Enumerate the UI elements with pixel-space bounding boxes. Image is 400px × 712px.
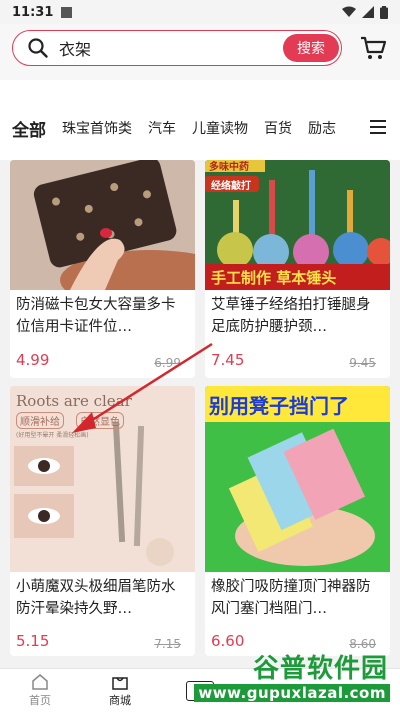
product-card[interactable]: Roots are clear 顺滑补给 自然显色 (好用型不晕开 柔滑轻松画)… xyxy=(10,386,195,656)
image-bottom-banner: 手工制作 草本锤头 xyxy=(211,269,337,287)
image-tag-2: 自然显色 xyxy=(76,412,124,429)
cart-icon[interactable] xyxy=(360,36,386,60)
image-top-banner: 多味中药 xyxy=(209,162,249,173)
product-price: 5.15 xyxy=(16,632,50,650)
nav-home-label: 首页 xyxy=(29,693,51,707)
search-box[interactable]: 衣架 搜索 xyxy=(12,30,342,66)
tab-inspirational[interactable]: 励志 xyxy=(308,118,336,138)
product-title[interactable]: 橡胶门吸防撞顶门神器防风门塞门档阻门… xyxy=(211,576,384,620)
notification-icon xyxy=(61,6,73,18)
tab-auto[interactable]: 汽车 xyxy=(148,118,176,138)
product-image xyxy=(10,160,195,290)
image-sub-banner: 经络敲打 xyxy=(211,181,251,192)
nav-home[interactable]: 首页 xyxy=(0,669,80,712)
product-card[interactable]: 多味中药 经络敲打 手工制作 草本锤头 艾草锤子经络拍打锤腿身足底防护腰护颈… … xyxy=(205,160,390,378)
tab-jewelry[interactable]: 珠宝首饰类 xyxy=(62,118,132,138)
shop-bag-icon xyxy=(112,676,128,690)
product-grid: 防消磁卡包女大容量多卡位信用卡证件位… 4.99 6.99 多味中药 经络敲打 … xyxy=(0,160,400,668)
image-banner: 别用凳子挡门了 xyxy=(209,394,349,418)
tab-general-goods[interactable]: 百货 xyxy=(264,118,292,138)
tab-all[interactable]: 全部 xyxy=(12,116,46,141)
category-tabs: 全部 珠宝首饰类 汽车 儿童读物 百货 励志 xyxy=(0,106,400,150)
product-image: 多味中药 经络敲打 手工制作 草本锤头 xyxy=(205,160,390,290)
product-image: Roots are clear 顺滑补给 自然显色 (好用型不晕开 柔滑轻松画) xyxy=(10,386,195,572)
watermark: 谷普软件园 www.gupuxlazal.com xyxy=(194,648,396,710)
watermark-url: www.gupuxlazal.com xyxy=(194,684,390,702)
product-title[interactable]: 小萌魔双头极细眉笔防水防汗晕染持久野… xyxy=(16,576,189,620)
status-time: 11:31 xyxy=(12,4,54,20)
image-fine-print: (好用型不晕开 柔滑轻松画) xyxy=(16,432,89,439)
status-bar: 11:31 xyxy=(0,0,400,24)
product-price: 4.99 xyxy=(16,351,50,369)
nav-shop[interactable]: 商城 xyxy=(80,669,160,712)
spacer xyxy=(0,80,400,106)
image-tag: 顺滑补给 xyxy=(16,412,64,429)
tab-children-books[interactable]: 儿童读物 xyxy=(192,118,248,138)
nav-shop-label: 商城 xyxy=(109,693,131,707)
wallet-illustration xyxy=(10,160,195,290)
battery-icon xyxy=(380,5,388,19)
search-button[interactable]: 搜索 xyxy=(283,34,339,62)
product-original-price: 6.99 xyxy=(154,356,181,370)
product-image: 别用凳子挡门了 xyxy=(205,386,390,572)
product-card[interactable]: 防消磁卡包女大容量多卡位信用卡证件位… 4.99 6.99 xyxy=(10,160,195,378)
search-header: 衣架 搜索 xyxy=(0,24,400,80)
product-title[interactable]: 防消磁卡包女大容量多卡位信用卡证件位… xyxy=(16,294,189,338)
product-price: 7.45 xyxy=(211,351,245,369)
product-original-price: 7.15 xyxy=(154,637,181,651)
product-original-price: 9.45 xyxy=(349,356,376,370)
watermark-name: 谷普软件园 xyxy=(252,654,388,684)
home-icon xyxy=(32,673,48,690)
menu-icon[interactable] xyxy=(368,118,388,136)
wifi-icon xyxy=(342,6,356,17)
product-title[interactable]: 艾草锤子经络拍打锤腿身足底防护腰护颈… xyxy=(211,294,384,338)
signal-icon xyxy=(362,6,374,18)
search-icon xyxy=(28,38,48,58)
image-headline: Roots are clear xyxy=(16,392,132,410)
product-card[interactable]: 别用凳子挡门了 橡胶门吸防撞顶门神器防风门塞门档阻门… 6.60 8.60 xyxy=(205,386,390,656)
